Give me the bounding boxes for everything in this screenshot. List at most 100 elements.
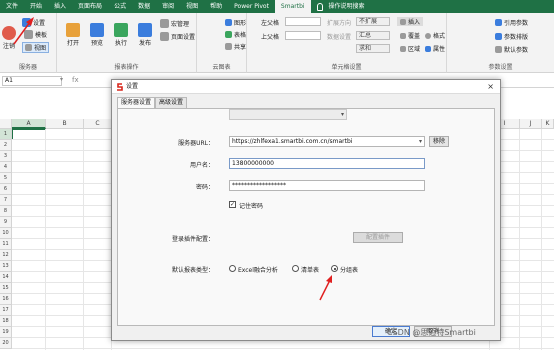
name-box[interactable]: A1	[2, 76, 62, 86]
open-button[interactable]: 打开	[66, 23, 80, 47]
row-header[interactable]: 2	[0, 140, 12, 151]
remove-button[interactable]: 移除	[429, 136, 449, 147]
annotation-arrow-group-report-icon	[319, 275, 332, 301]
settings-dialog: 设置 × 服务器设置 高级设置 服务器URL： https://zhlfexa1…	[111, 79, 501, 341]
page-setup-icon	[160, 32, 169, 41]
row-header[interactable]: 6	[0, 184, 12, 195]
region-button[interactable]: 区域	[400, 44, 420, 53]
tell-me-search[interactable]: 操作说明搜索	[323, 0, 371, 13]
row-header[interactable]: 5	[0, 173, 12, 184]
default-param-icon	[495, 46, 502, 53]
radio-list-report[interactable]	[292, 265, 299, 272]
row-header[interactable]: 19	[0, 327, 12, 338]
overwrite-mode-button[interactable]: 覆盖	[400, 31, 420, 40]
macro-manage-button[interactable]: 宏管理	[160, 19, 189, 28]
column-header-k[interactable]: K	[542, 119, 554, 129]
tab-formulas[interactable]: 公式	[108, 0, 132, 13]
login-plugin-label: 登录插件配置：	[171, 236, 214, 243]
tab-view[interactable]: 视图	[180, 0, 204, 13]
name-box-dropdown-icon[interactable]: ▾	[60, 76, 63, 83]
chart-button[interactable]: 图形	[225, 18, 246, 27]
tab-server-settings[interactable]: 服务器设置	[117, 97, 156, 108]
insert-mode-button[interactable]: 插入	[397, 17, 424, 26]
tab-file[interactable]: 文件	[0, 0, 24, 13]
row-header[interactable]: 4	[0, 162, 12, 173]
tab-review[interactable]: 审阅	[156, 0, 180, 13]
row-header[interactable]: 13	[0, 261, 12, 272]
radio-excel-fusion[interactable]	[229, 265, 236, 272]
share-button[interactable]: 共享	[225, 42, 246, 51]
grid-column-line	[45, 129, 46, 350]
execute-button[interactable]: 执行	[114, 23, 128, 47]
remember-password-label: 记住密码	[239, 203, 264, 210]
tab-smartbi[interactable]: Smartbi	[274, 0, 311, 13]
row-header[interactable]: 10	[0, 228, 12, 239]
chevron-down-icon: ▾	[418, 138, 422, 145]
select-all-corner[interactable]	[0, 119, 12, 129]
radio-group-report-label: 分组表	[340, 267, 359, 274]
row-header[interactable]: 20	[0, 338, 12, 349]
column-header-b[interactable]: B	[46, 119, 84, 129]
grid-column-line	[541, 129, 542, 350]
expand-direction-label: 扩展方向	[327, 20, 352, 27]
row-header[interactable]: 17	[0, 305, 12, 316]
left-parent-select[interactable]	[285, 17, 321, 26]
row-header[interactable]: 1	[0, 129, 12, 140]
table-icon	[225, 31, 232, 38]
column-header-j[interactable]: J	[520, 119, 542, 129]
expand-mode-select[interactable]: 不扩展	[356, 17, 390, 26]
row-header[interactable]: 16	[0, 294, 12, 305]
ref-param-button[interactable]: 引用参数	[495, 18, 528, 27]
tab-advanced-settings[interactable]: 高级设置	[155, 97, 188, 108]
grid-column-line	[519, 129, 520, 350]
tab-insert[interactable]: 插入	[48, 0, 72, 13]
server-url-select[interactable]: https://zhlfexa1.smartbi.com.cn/smartbi …	[229, 136, 425, 147]
password-field[interactable]: ******************	[229, 180, 425, 191]
left-parent-label: 左父格	[261, 20, 280, 27]
ref-param-icon	[495, 19, 502, 26]
username-field[interactable]: 13800000000	[229, 158, 425, 169]
row-header[interactable]: 8	[0, 206, 12, 217]
row-header[interactable]: 9	[0, 217, 12, 228]
radio-excel-fusion-label: Excel融合分析	[238, 267, 278, 274]
property-icon	[425, 45, 431, 52]
login-plugin-select[interactable]: ▾	[229, 109, 347, 120]
column-header-c[interactable]: C	[84, 119, 112, 129]
tab-power-pivot[interactable]: Power Pivot	[228, 0, 275, 13]
row-header[interactable]: 3	[0, 151, 12, 162]
property-button[interactable]: 属性	[425, 44, 445, 53]
row-header[interactable]: 18	[0, 316, 12, 327]
up-parent-select[interactable]	[285, 31, 321, 40]
server-settings-panel: 服务器URL： https://zhlfexa1.smartbi.com.cn/…	[117, 108, 495, 326]
grid-column-line	[83, 129, 84, 350]
radio-group-report[interactable]	[331, 265, 338, 272]
preview-button[interactable]: 预览	[90, 23, 104, 47]
style-button[interactable]: 格式	[425, 31, 445, 40]
row-header[interactable]: 15	[0, 283, 12, 294]
page-setup-button[interactable]: 页面设置	[160, 32, 195, 41]
remember-password-checkbox[interactable]: ✓	[229, 201, 236, 208]
row-header[interactable]: 12	[0, 250, 12, 261]
row-header[interactable]: 14	[0, 272, 12, 283]
publish-button[interactable]: 发布	[138, 23, 152, 47]
dialog-title-bar: 设置 ×	[112, 80, 500, 94]
summary-select[interactable]: 汇总	[356, 31, 390, 40]
row-header[interactable]: 11	[0, 239, 12, 250]
row-header[interactable]: 7	[0, 195, 12, 206]
param-sort-button[interactable]: 参数排版	[495, 32, 528, 41]
close-icon[interactable]: ×	[487, 80, 494, 94]
tab-help[interactable]: 帮助	[204, 0, 228, 13]
column-header-a[interactable]: A	[12, 119, 46, 129]
tab-page-layout[interactable]: 页面布局	[72, 0, 108, 13]
folder-icon	[66, 23, 80, 37]
config-plugin-button[interactable]: 配置插件	[353, 232, 403, 243]
report-group: 打开 预览 执行 发布 宏管理 页面设置 报表操作	[57, 13, 197, 73]
table-button[interactable]: 表格	[225, 30, 246, 39]
tab-data[interactable]: 数据	[132, 0, 156, 13]
dialog-tabs: 服务器设置 高级设置	[117, 97, 188, 108]
tab-home[interactable]: 开始	[24, 0, 48, 13]
overwrite-icon	[400, 32, 406, 39]
default-param-button[interactable]: 默认参数	[495, 45, 528, 54]
preview-icon	[90, 23, 104, 37]
aggregate-select[interactable]: 求和	[356, 44, 390, 53]
